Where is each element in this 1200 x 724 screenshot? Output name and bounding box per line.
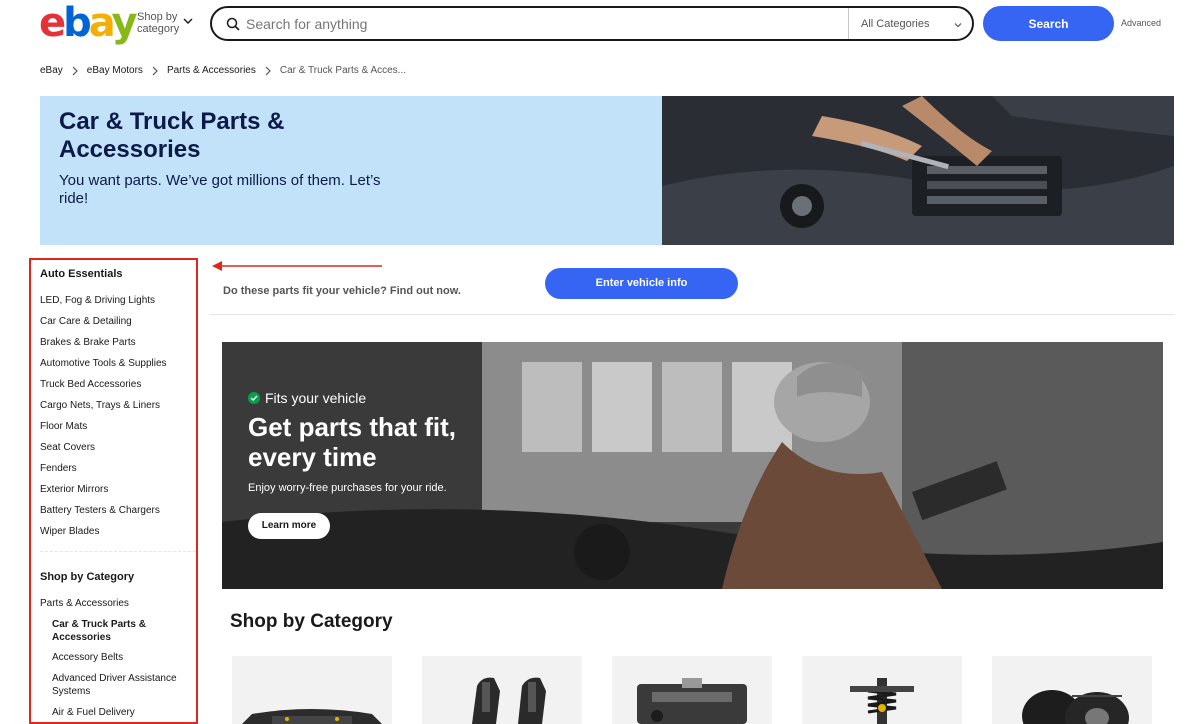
- sidebar-subitem[interactable]: Accessory Belts: [52, 651, 197, 664]
- category-tile-seat-covers[interactable]: [422, 656, 582, 724]
- sidebar-subitem-current[interactable]: Car & Truck Parts & Accessories: [52, 618, 197, 644]
- sidebar-item[interactable]: Truck Bed Accessories: [40, 378, 195, 391]
- breadcrumb-item-ebay-motors[interactable]: eBay Motors: [87, 65, 143, 76]
- advanced-search-link[interactable]: Advanced: [1121, 18, 1161, 28]
- breadcrumb-item-current: Car & Truck Parts & Acces...: [279, 65, 407, 76]
- sidebar-item[interactable]: Cargo Nets, Trays & Liners: [40, 399, 195, 412]
- annotation-arrow-icon: [212, 261, 382, 271]
- hero-subtitle: You want parts. We’ve got millions of th…: [59, 172, 381, 207]
- chevron-right-icon: [72, 66, 78, 75]
- learn-more-button[interactable]: Learn more: [248, 513, 330, 539]
- sidebar-item-parent[interactable]: Parts & Accessories: [40, 597, 195, 610]
- fitment-question: Do these parts fit your vehicle? Find ou…: [223, 285, 461, 297]
- search-button[interactable]: Search: [983, 6, 1114, 41]
- sidebar-navigation: Auto Essentials LED, Fog & Driving Light…: [29, 258, 198, 724]
- chevron-right-icon: [265, 66, 271, 75]
- sidebar-item[interactable]: Wiper Blades: [40, 525, 195, 538]
- sidebar-item[interactable]: Floor Mats: [40, 420, 195, 433]
- check-circle-icon: [248, 392, 260, 404]
- search-icon: [226, 17, 240, 31]
- category-tile-tires[interactable]: [992, 656, 1152, 724]
- sidebar-subitem[interactable]: Advanced Driver Assistance Systems: [52, 672, 197, 698]
- category-select-label: All Categories: [861, 18, 930, 30]
- hero-banner: Car & Truck Parts & Accessories You want…: [40, 96, 1174, 245]
- sidebar-subitem[interactable]: Air & Fuel Delivery: [52, 706, 197, 719]
- chevron-down-icon: [954, 23, 962, 28]
- sidebar-heading-auto-essentials: Auto Essentials: [40, 268, 123, 280]
- fits-badge-label: Fits your vehicle: [265, 390, 367, 406]
- sidebar-item[interactable]: Fenders: [40, 462, 195, 475]
- shop-by-category-button[interactable]: Shop by category: [137, 11, 185, 35]
- sidebar-item[interactable]: Automotive Tools & Supplies: [40, 357, 195, 370]
- sidebar-item[interactable]: Car Care & Detailing: [40, 315, 195, 328]
- sidebar-item[interactable]: Brakes & Brake Parts: [40, 336, 195, 349]
- breadcrumb-item-parts-accessories[interactable]: Parts & Accessories: [167, 65, 256, 76]
- promo-banner[interactable]: Fits your vehicle Get parts that fit, ev…: [222, 342, 1163, 589]
- divider: [210, 314, 1174, 315]
- ebay-logo[interactable]: ebay: [39, 3, 138, 43]
- breadcrumb: eBay eBay Motors Parts & Accessories Car…: [40, 65, 406, 76]
- sidebar-item[interactable]: Battery Testers & Chargers: [40, 504, 195, 517]
- search-input[interactable]: [246, 14, 836, 34]
- category-tile-suspension[interactable]: [802, 656, 962, 724]
- sidebar-divider: [40, 551, 196, 552]
- enter-vehicle-info-button[interactable]: Enter vehicle info: [545, 268, 738, 299]
- promo-subtitle: Enjoy worry-free purchases for your ride…: [248, 482, 447, 494]
- hero-image-mechanic-engine: [662, 96, 1174, 245]
- sidebar-item[interactable]: Seat Covers: [40, 441, 195, 454]
- category-tile-engine[interactable]: [612, 656, 772, 724]
- sidebar-heading-shop-by-category: Shop by Category: [40, 571, 135, 583]
- category-select[interactable]: All Categories: [848, 8, 974, 39]
- sidebar-item[interactable]: LED, Fog & Driving Lights: [40, 294, 195, 307]
- fits-your-vehicle-badge: Fits your vehicle: [248, 390, 366, 406]
- chevron-right-icon: [152, 66, 158, 75]
- sidebar-item[interactable]: Exterior Mirrors: [40, 483, 195, 496]
- chevron-down-icon[interactable]: [183, 16, 193, 26]
- breadcrumb-item-ebay[interactable]: eBay: [40, 65, 63, 76]
- shop-by-category-heading: Shop by Category: [230, 611, 393, 632]
- hero-title: Car & Truck Parts & Accessories: [59, 108, 285, 163]
- category-tile-grille[interactable]: [232, 656, 392, 724]
- search-bar: All Categories: [210, 6, 974, 41]
- header: ebay Shop by category All Categories Sea…: [0, 0, 1200, 50]
- promo-title: Get parts that fit, every time: [248, 412, 457, 472]
